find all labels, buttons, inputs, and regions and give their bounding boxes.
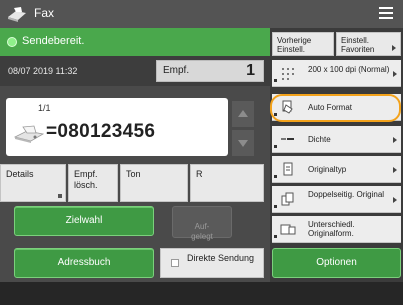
address-book-label: Adressbuch	[57, 257, 111, 268]
row-marker	[274, 145, 277, 148]
favorite-settings-label: Einstell. Favoriten	[341, 36, 375, 54]
fax-app-icon	[8, 7, 26, 22]
arrow-down-icon	[238, 140, 248, 147]
app-title: Fax	[34, 6, 55, 20]
direct-send-label: Direkte Sendung	[187, 253, 255, 263]
resolution-label: 200 x 100 dpi (Normal)	[308, 65, 390, 74]
fax-machine-icon	[14, 125, 44, 143]
speed-dial-label: Zielwahl	[65, 215, 103, 226]
resolution-icon	[282, 68, 294, 80]
fax-screen: Fax Sendebereit. 08/07 2019 11:32 Empf. …	[0, 0, 403, 305]
row-marker	[274, 79, 277, 82]
bottom-bar	[0, 282, 403, 305]
previous-settings-button[interactable]: Vorherige Einstell.	[272, 32, 334, 56]
two-sided-label: Doppelseitig. Original	[308, 190, 385, 199]
chevron-right-icon	[392, 45, 396, 51]
density-icon	[281, 138, 294, 140]
direct-send-checkbox[interactable]	[171, 259, 179, 267]
status-bar: Sendebereit.	[0, 28, 270, 56]
scroll-down-button[interactable]	[232, 130, 254, 156]
setting-different-size-originals[interactable]: Unterschiedl. Originalform.	[272, 216, 401, 243]
row-marker	[274, 205, 277, 208]
row-marker	[274, 235, 277, 238]
density-label: Dichte	[308, 135, 331, 144]
address-display: 1/1 =080123456	[6, 98, 228, 156]
options-label: Optionen	[316, 257, 357, 268]
row-marker	[274, 175, 277, 178]
direct-send-button[interactable]: Direkte Sendung	[160, 248, 264, 278]
destination-count-value: 1	[246, 62, 255, 79]
tone-button[interactable]: Ton	[120, 164, 188, 202]
fax-number: =080123456	[46, 121, 156, 142]
corner-marker	[58, 194, 62, 198]
setting-resolution[interactable]: 200 x 100 dpi (Normal)	[272, 60, 401, 87]
chevron-right-icon	[393, 197, 397, 203]
scroll-up-button[interactable]	[232, 101, 254, 127]
r-label: R	[196, 169, 203, 179]
status-indicator-icon	[7, 37, 17, 47]
menu-icon[interactable]	[379, 7, 393, 19]
speed-dial-button[interactable]: Zielwahl	[14, 206, 154, 236]
tone-label: Ton	[126, 169, 141, 179]
datetime: 08/07 2019 11:32	[8, 66, 78, 76]
original-type-icon	[283, 162, 293, 176]
on-hook-button[interactable]: Auf- gelegt	[172, 206, 232, 241]
two-sided-icon	[281, 192, 294, 206]
delete-destination-button[interactable]: Empf. lösch.	[68, 164, 118, 202]
different-size-icon	[280, 224, 296, 235]
chevron-right-icon	[393, 71, 397, 77]
options-button[interactable]: Optionen	[272, 248, 401, 278]
different-size-label: Unterschiedl. Originalform.	[308, 220, 355, 238]
selection-highlight	[270, 94, 401, 122]
delete-destination-label: Empf. lösch.	[74, 169, 98, 190]
status-text: Sendebereit.	[22, 35, 85, 47]
page-indicator: 1/1	[38, 103, 51, 113]
setting-density[interactable]: Dichte	[272, 126, 401, 153]
chevron-right-icon	[393, 137, 397, 143]
original-type-label: Originaltyp	[308, 165, 347, 174]
favorite-settings-button[interactable]: Einstell. Favoriten	[336, 32, 401, 56]
address-book-button[interactable]: Adressbuch	[14, 248, 154, 278]
r-button[interactable]: R	[190, 164, 264, 202]
previous-settings-label: Vorherige Einstell.	[277, 36, 312, 54]
app-header: Fax	[0, 0, 403, 28]
setting-original-type[interactable]: Originaltyp	[272, 156, 401, 183]
arrow-up-icon	[238, 110, 248, 117]
on-hook-label: Auf- gelegt	[191, 222, 213, 241]
destination-label: Empf.	[163, 65, 190, 76]
chevron-right-icon	[393, 167, 397, 173]
destination-count: Empf. 1	[156, 60, 264, 82]
details-label: Details	[6, 169, 34, 179]
setting-two-sided-original[interactable]: Doppelseitig. Original	[272, 186, 401, 213]
details-button[interactable]: Details	[0, 164, 66, 202]
